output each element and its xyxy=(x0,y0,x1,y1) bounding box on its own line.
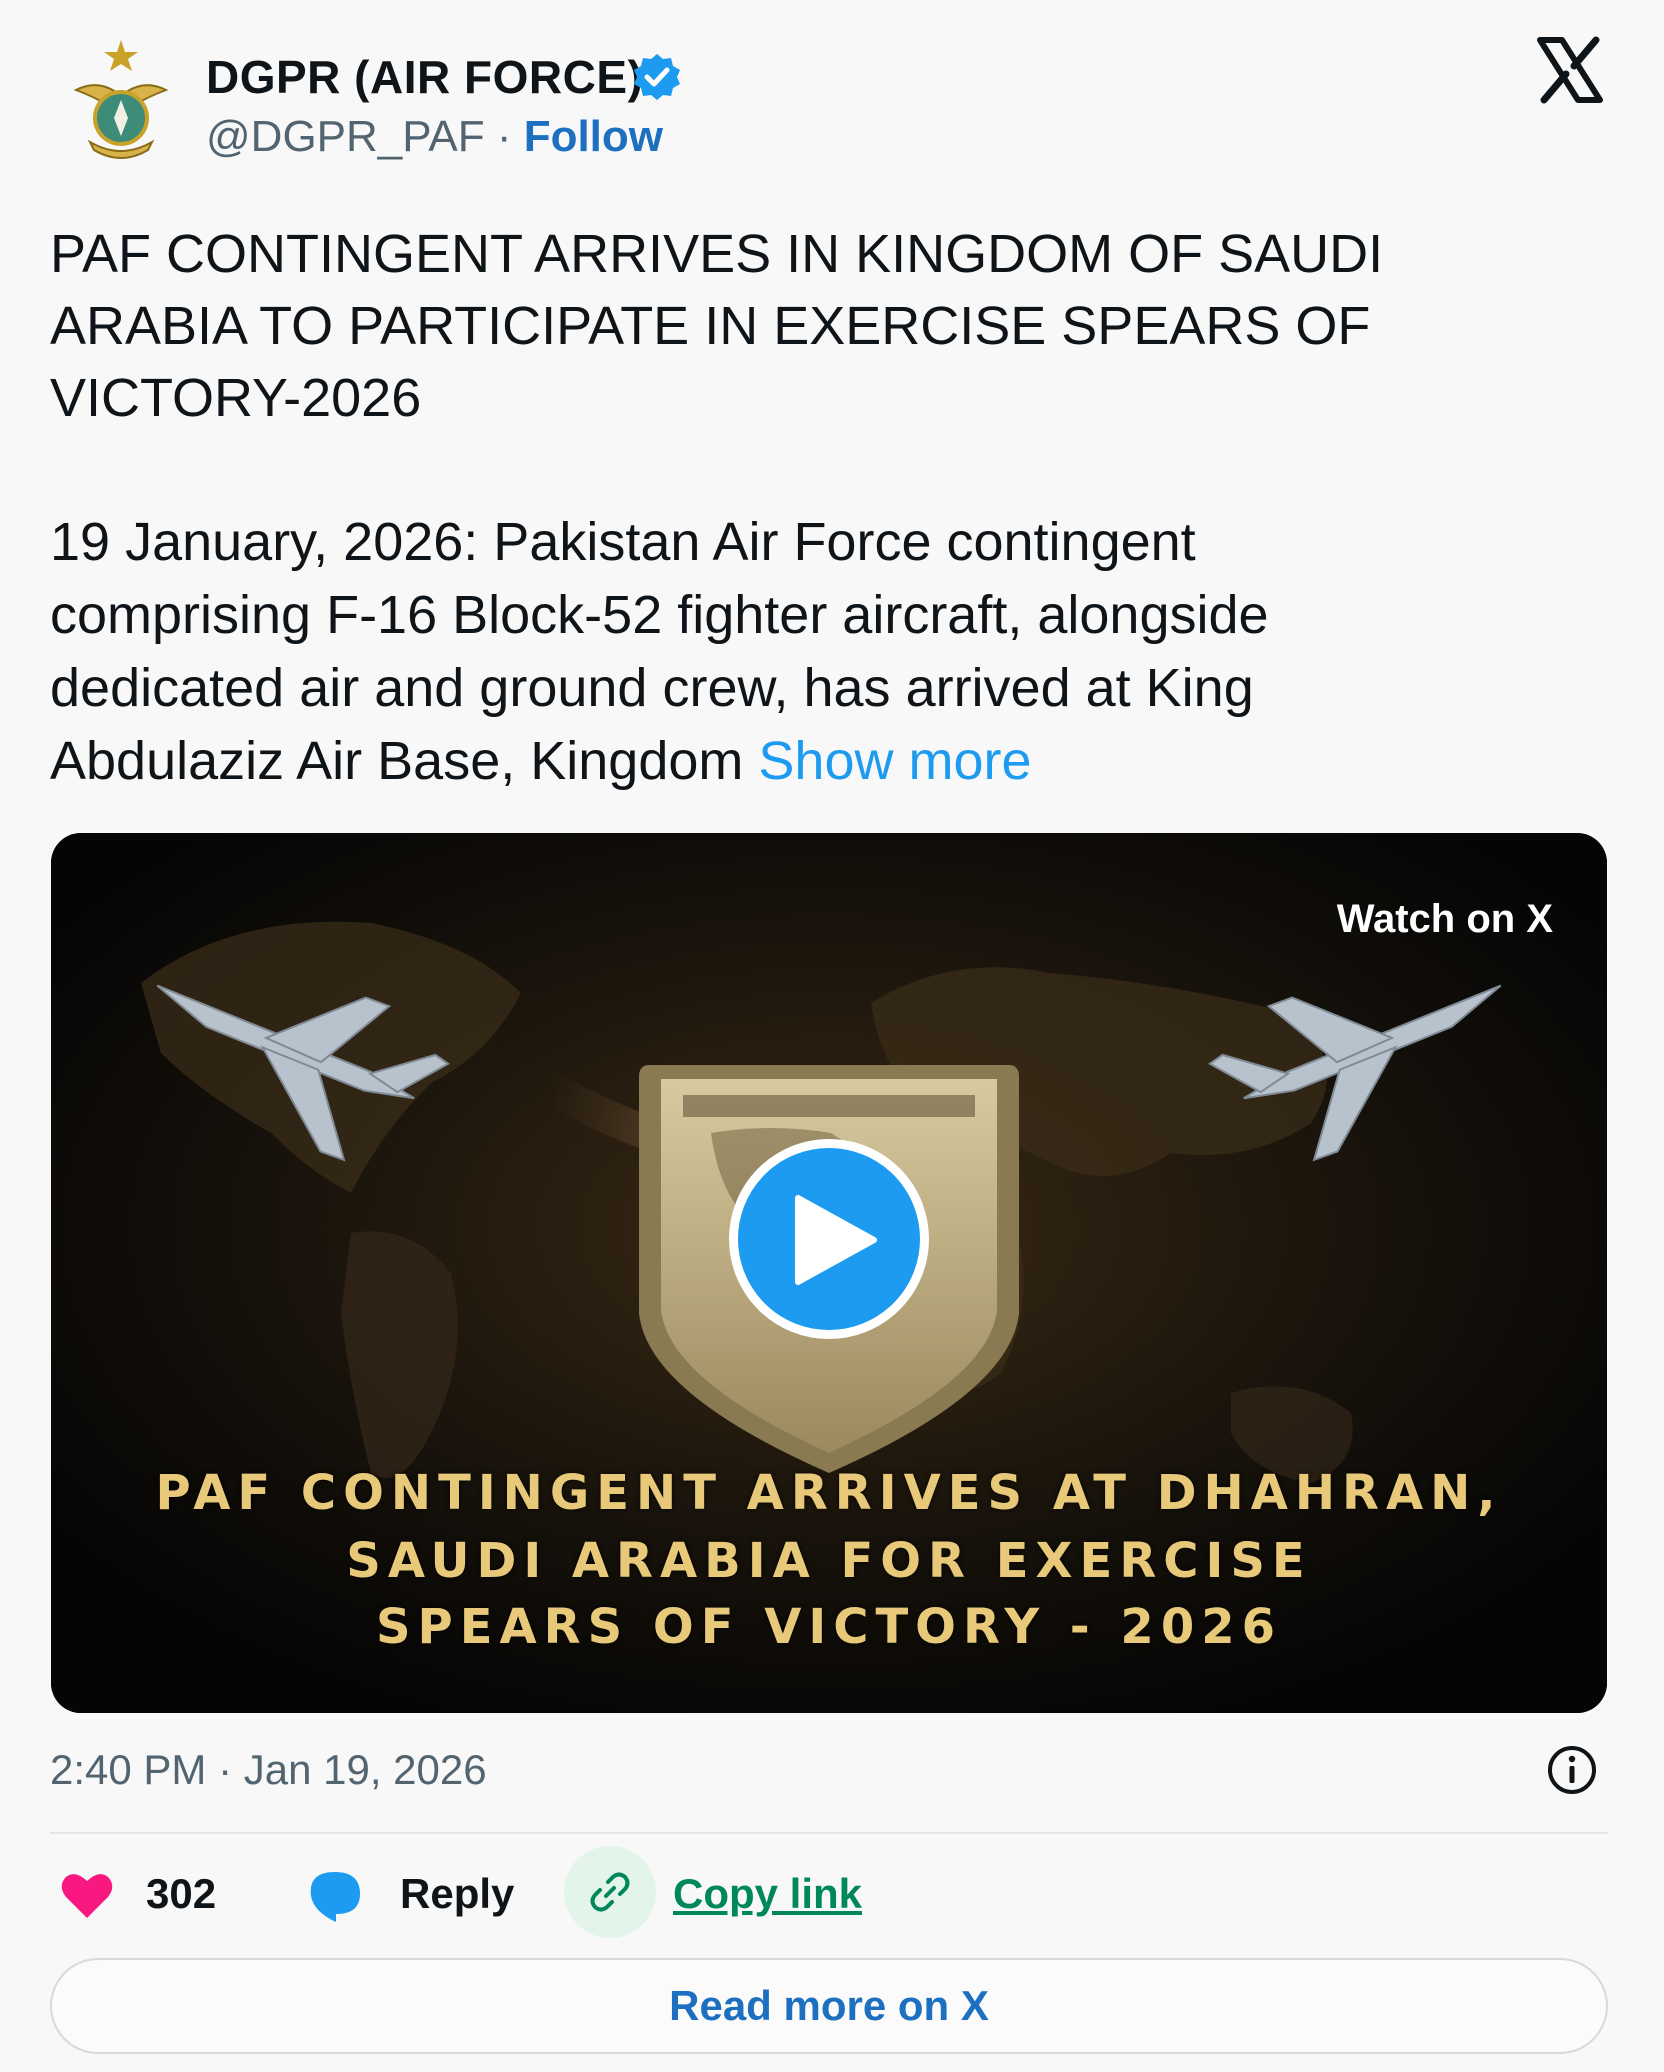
reply-icon[interactable] xyxy=(306,1868,364,1924)
play-icon xyxy=(795,1195,877,1285)
info-icon[interactable] xyxy=(1546,1744,1598,1796)
copy-link-label[interactable]: Copy link xyxy=(673,1870,862,1918)
read-more-button[interactable]: Read more on X xyxy=(50,1958,1608,2054)
post-body: 19 January, 2026: Pakistan Air Force con… xyxy=(50,506,1470,798)
post-body-text: 19 January, 2026: Pakistan Air Force con… xyxy=(50,512,1269,791)
embedded-post-card: DGPR (AIR FORCE) @DGPR_PAF · Follow PAF … xyxy=(0,0,1664,2072)
author-name[interactable]: DGPR (AIR FORCE) xyxy=(206,50,643,104)
heart-icon[interactable] xyxy=(60,1870,114,1920)
author-handle[interactable]: @DGPR_PAF xyxy=(206,112,485,161)
like-count[interactable]: 302 xyxy=(146,1870,216,1918)
divider xyxy=(50,1832,1608,1834)
show-more-link[interactable]: Show more xyxy=(758,731,1031,791)
video-caption-line: SAUDI ARABIA FOR EXERCISE xyxy=(346,1533,1312,1589)
post-timestamp[interactable]: 2:40 PM · Jan 19, 2026 xyxy=(50,1746,487,1794)
follow-button[interactable]: Follow xyxy=(524,112,663,161)
video-player[interactable]: Watch on X PAF CONTINGENT ARRIVES AT DHA… xyxy=(51,833,1607,1713)
watch-on-x-label[interactable]: Watch on X xyxy=(1337,897,1553,942)
video-caption-line: PAF CONTINGENT ARRIVES AT DHAHRAN, xyxy=(155,1465,1503,1521)
link-icon xyxy=(590,1872,630,1912)
separator-dot: · xyxy=(496,112,512,161)
action-bar: 302 Reply Copy link xyxy=(50,1846,1610,1938)
post-headline: PAF CONTINGENT ARRIVES IN KINGDOM OF SAU… xyxy=(50,224,1384,428)
verified-badge-icon xyxy=(634,54,680,100)
video-caption-line: SPEARS OF VICTORY - 2026 xyxy=(375,1599,1283,1655)
play-button[interactable] xyxy=(729,1139,929,1339)
handle-row: @DGPR_PAF · Follow xyxy=(206,112,663,162)
x-logo-icon[interactable] xyxy=(1536,36,1604,104)
copy-link-button[interactable] xyxy=(564,1846,656,1938)
reply-button[interactable]: Reply xyxy=(400,1870,514,1918)
paf-emblem-icon[interactable] xyxy=(70,38,172,164)
